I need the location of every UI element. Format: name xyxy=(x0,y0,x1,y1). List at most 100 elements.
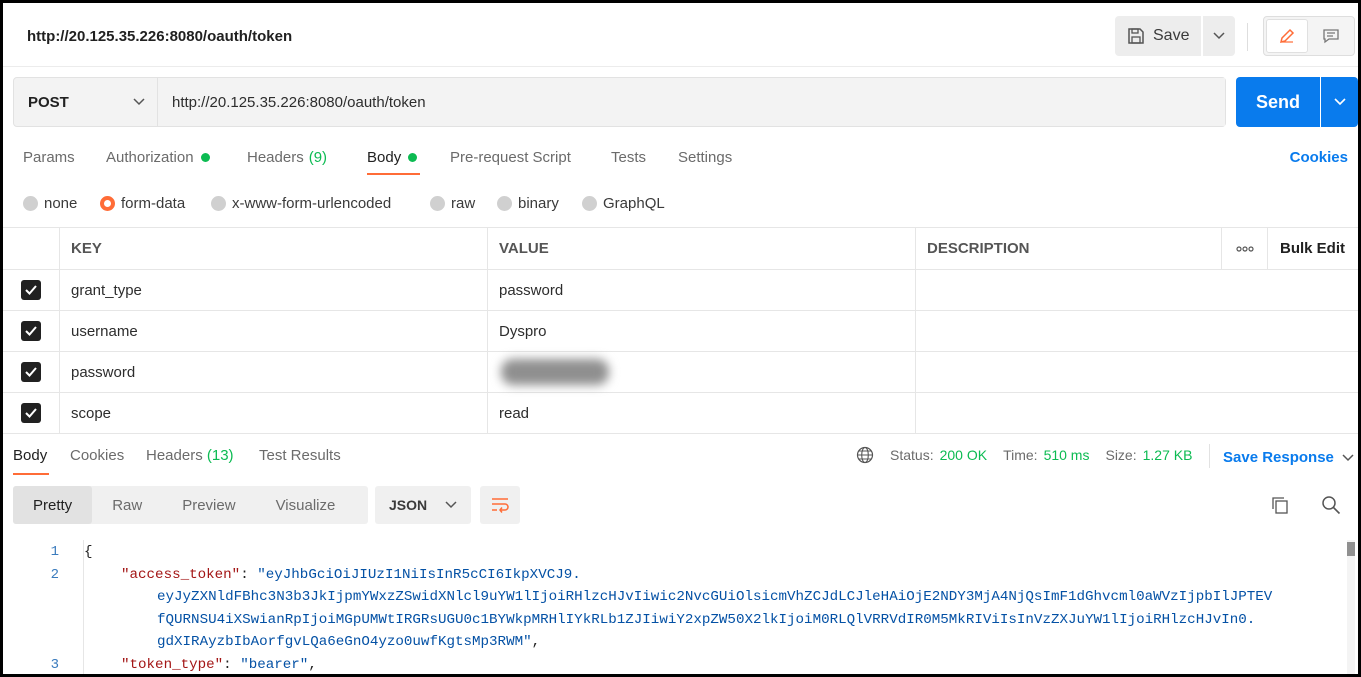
tab-body-label: Body xyxy=(367,149,402,166)
size-value[interactable]: 1.27 KB xyxy=(1143,447,1193,463)
save-button[interactable]: Save xyxy=(1115,16,1201,56)
edit-mode-button[interactable] xyxy=(1266,19,1308,53)
save-options-button[interactable] xyxy=(1203,16,1235,56)
body-type-binary[interactable]: binary xyxy=(497,195,559,212)
method-select[interactable]: POST xyxy=(14,78,158,126)
body-type-form-data-label: form-data xyxy=(121,195,186,212)
description-cell[interactable] xyxy=(915,393,1221,433)
tab-authorization-label: Authorization xyxy=(106,149,194,166)
json-string: "eyJhbGciOiJIUzI1NiIsInR5cCI6IkpXVCJ9. xyxy=(257,567,581,583)
view-tab-visualize[interactable]: Visualize xyxy=(256,486,356,524)
search-icon[interactable] xyxy=(1321,495,1341,515)
response-headers-label: Headers xyxy=(146,447,203,464)
code-gutter xyxy=(83,540,84,674)
cookies-link[interactable]: Cookies xyxy=(1290,149,1348,166)
description-cell[interactable] xyxy=(915,352,1221,392)
method-label: POST xyxy=(28,93,69,111)
body-type-form-data[interactable]: form-data xyxy=(100,195,185,212)
response-body-code[interactable]: 1 2 3 { "access_token": "eyJhbGciOiJIUzI… xyxy=(3,540,1358,674)
status-label: Status: xyxy=(890,447,934,463)
tab-tests[interactable]: Tests xyxy=(611,149,646,166)
radio-selected-icon xyxy=(100,196,115,211)
description-cell[interactable] xyxy=(915,270,1221,310)
save-response-button[interactable]: Save Response xyxy=(1223,449,1354,466)
json-key: "token_type" xyxy=(121,657,224,673)
status-divider xyxy=(1209,444,1210,468)
body-type-graphql-label: GraphQL xyxy=(603,195,665,212)
tab-params[interactable]: Params xyxy=(23,149,75,166)
tab-settings[interactable]: Settings xyxy=(678,149,732,166)
body-type-urlencoded[interactable]: x-www-form-urlencoded xyxy=(211,195,391,212)
time-value[interactable]: 510 ms xyxy=(1044,447,1090,463)
row-checkbox-cell xyxy=(3,393,59,433)
value-cell[interactable] xyxy=(487,352,915,392)
request-title[interactable]: http://20.125.35.226:8080/oauth/token xyxy=(27,28,292,45)
checkbox[interactable] xyxy=(21,321,41,341)
radio-icon xyxy=(211,196,226,211)
response-tab-headers[interactable]: Headers (13) xyxy=(146,447,234,464)
code-line: "access_token": "eyJhbGciOiJIUzI1NiIsInR… xyxy=(121,567,581,583)
radio-icon xyxy=(430,196,445,211)
response-headers-count: (13) xyxy=(206,447,234,464)
brace: { xyxy=(84,544,93,560)
chevron-down-icon xyxy=(1213,32,1225,40)
code-line: { xyxy=(84,544,93,560)
response-tab-body[interactable]: Body xyxy=(13,447,47,464)
more-dots-icon xyxy=(1235,245,1254,252)
body-type-graphql[interactable]: GraphQL xyxy=(582,195,665,212)
checkmark-icon xyxy=(25,285,37,295)
key-cell[interactable]: password xyxy=(59,352,487,392)
wrap-lines-button[interactable] xyxy=(480,486,520,524)
checkmark-icon xyxy=(25,326,37,336)
status-value: 200 OK xyxy=(939,447,988,463)
chevron-down-icon xyxy=(445,501,457,509)
view-tab-raw[interactable]: Raw xyxy=(92,486,162,524)
body-type-urlencoded-label: x-www-form-urlencoded xyxy=(232,195,392,212)
checkbox[interactable] xyxy=(21,362,41,382)
table-row: scope read xyxy=(3,393,1358,434)
header-check-cell xyxy=(3,228,59,269)
globe-icon[interactable] xyxy=(856,446,874,464)
body-type-none[interactable]: none xyxy=(23,195,77,212)
tab-authorization[interactable]: Authorization xyxy=(106,149,210,166)
comment-mode-button[interactable] xyxy=(1310,17,1352,55)
view-tab-preview[interactable]: Preview xyxy=(162,486,255,524)
body-type-raw[interactable]: raw xyxy=(430,195,475,212)
send-group: Send xyxy=(1236,77,1358,127)
value-cell[interactable]: password xyxy=(487,270,915,310)
copy-icon[interactable] xyxy=(1270,495,1290,515)
time-label: Time: xyxy=(1003,447,1038,463)
response-tab-cookies[interactable]: Cookies xyxy=(70,447,124,464)
response-view-bar: Pretty Raw Preview Visualize JSON xyxy=(3,486,1358,526)
key-cell[interactable]: username xyxy=(59,311,487,351)
checkbox[interactable] xyxy=(21,280,41,300)
send-options-button[interactable] xyxy=(1321,77,1358,127)
response-status: Status: 200 OK Time: 510 ms Size: 1.27 K… xyxy=(856,446,1192,464)
request-tabs: Params Authorization Headers (9) Body Pre… xyxy=(3,137,1358,179)
key-cell[interactable]: scope xyxy=(59,393,487,433)
body-type-binary-label: binary xyxy=(518,195,559,212)
url-input[interactable] xyxy=(158,78,1225,126)
toolbar-divider xyxy=(1247,23,1248,51)
save-response-label: Save Response xyxy=(1223,449,1334,466)
body-type-selector: none form-data x-www-form-urlencoded raw… xyxy=(3,191,1358,221)
checkbox[interactable] xyxy=(21,403,41,423)
send-button[interactable]: Send xyxy=(1236,77,1320,127)
format-select[interactable]: JSON xyxy=(375,486,471,524)
tab-prerequest-script[interactable]: Pre-request Script xyxy=(450,149,571,166)
scrollbar[interactable] xyxy=(1347,540,1355,674)
scrollbar-thumb[interactable] xyxy=(1347,542,1355,556)
tab-headers[interactable]: Headers (9) xyxy=(247,149,327,166)
key-cell[interactable]: grant_type xyxy=(59,270,487,310)
tab-tests-label: Tests xyxy=(611,149,647,166)
response-tab-test-results[interactable]: Test Results xyxy=(259,447,341,464)
more-options-button[interactable] xyxy=(1221,228,1267,269)
view-tab-pretty[interactable]: Pretty xyxy=(13,486,93,524)
value-cell[interactable]: read xyxy=(487,393,915,433)
tab-body[interactable]: Body xyxy=(367,149,418,166)
bulk-edit-button[interactable]: Bulk Edit xyxy=(1267,228,1358,269)
column-header-value: VALUE xyxy=(487,228,915,269)
description-cell[interactable] xyxy=(915,311,1221,351)
active-tab-underline xyxy=(13,473,49,475)
value-cell[interactable]: Dyspro xyxy=(487,311,915,351)
